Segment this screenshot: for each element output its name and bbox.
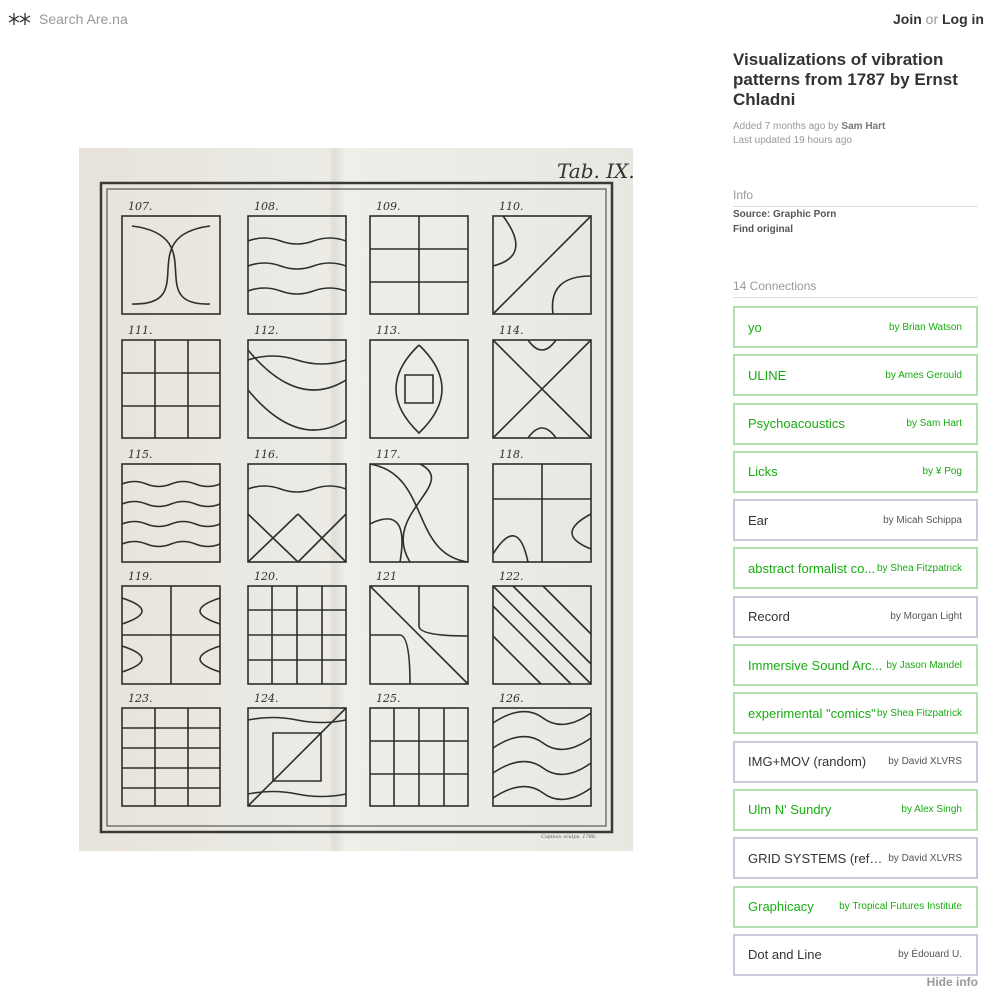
- top-bar: Join or Log in: [0, 0, 1000, 40]
- connection-title: Licks: [748, 464, 778, 480]
- block-sidebar: Visualizations of vibration patterns fro…: [733, 48, 978, 298]
- connection-title: yo: [748, 319, 762, 335]
- connection-owner: by ¥ Pog: [922, 466, 962, 478]
- connection-title: IMG+MOV (random): [748, 754, 867, 770]
- connection-title: ULINE: [748, 367, 787, 383]
- connection-owner: by David XLVRS: [888, 756, 962, 768]
- connection-title: experimental "comics": [748, 705, 876, 721]
- connection-item[interactable]: Record by Morgan Light: [733, 595, 978, 638]
- figure-number: 124.: [254, 692, 279, 705]
- chladni-plate-image: Tab. IX. Capieux sculps. 1786. 107. 108. 1…: [79, 148, 633, 851]
- last-updated: Last updated 19 hours ago: [733, 135, 852, 146]
- figure-number: 117.: [376, 448, 401, 461]
- connection-item[interactable]: ULINE by Ames Gerould: [733, 354, 978, 397]
- added-text: Added 7 months ago by: [733, 121, 839, 132]
- figure-number: 119.: [128, 570, 153, 583]
- connection-owner: by Brian Watson: [889, 321, 962, 333]
- connection-title: Immersive Sound Arc...: [748, 657, 883, 673]
- figure-number: 113.: [376, 324, 401, 337]
- connection-item[interactable]: Graphicacy by Tropical Futures Institute: [733, 885, 978, 928]
- connection-title: GRID SYSTEMS (refe...: [748, 850, 883, 866]
- connection-owner: by Sam Hart: [906, 418, 962, 430]
- figure-number: 109.: [376, 200, 401, 213]
- connection-item[interactable]: Ear by Micah Schippa: [733, 499, 978, 542]
- engraver-credit: Capieux sculps. 1786.: [541, 834, 597, 840]
- block-image[interactable]: Tab. IX. Capieux sculps. 1786. 107. 108. 1…: [79, 148, 633, 851]
- connection-title: Record: [748, 609, 790, 625]
- join-link[interactable]: Join: [893, 11, 922, 27]
- connection-item[interactable]: yo by Brian Watson: [733, 306, 978, 348]
- figure-number: 122.: [499, 570, 524, 583]
- connection-owner: by David XLVRS: [888, 852, 962, 864]
- figure-number: 115.: [128, 448, 153, 461]
- find-original-link[interactable]: Find original: [733, 222, 978, 237]
- connection-item[interactable]: Ulm N' Sundry by Alex Singh: [733, 788, 978, 831]
- added-meta: Added 7 months ago by Sam Hart: [733, 120, 978, 134]
- info-heading: Info: [733, 188, 978, 207]
- figure-number: 110.: [499, 200, 524, 213]
- plate-label: Tab. IX.: [557, 159, 633, 183]
- connection-title: Ulm N' Sundry: [748, 802, 832, 818]
- search-input[interactable]: [39, 11, 339, 27]
- connection-owner: by Tropical Futures Institute: [839, 901, 962, 913]
- connection-item[interactable]: Psychoacoustics by Sam Hart: [733, 402, 978, 445]
- connection-title: Dot and Line: [748, 947, 822, 963]
- connection-title: Psychoacoustics: [748, 416, 845, 432]
- connection-owner: by Jason Mandel: [886, 659, 962, 671]
- connection-item[interactable]: IMG+MOV (random) by David XLVRS: [733, 740, 978, 783]
- connection-item[interactable]: Immersive Sound Arc... by Jason Mandel: [733, 644, 978, 687]
- connection-item[interactable]: experimental "comics" by Shea Fitzpatrick: [733, 692, 978, 735]
- source-link[interactable]: Source: Graphic Porn: [733, 207, 978, 222]
- or-text: or: [925, 11, 939, 27]
- arena-logo-icon[interactable]: [8, 12, 32, 26]
- figure-number: 108.: [254, 200, 279, 213]
- figure-number: 107.: [128, 200, 153, 213]
- connection-item[interactable]: Dot and Line by Édouard U.: [733, 933, 978, 976]
- figure-number: 118.: [499, 448, 524, 461]
- connection-owner: by Shea Fitzpatrick: [876, 707, 962, 719]
- figure-number: 120.: [254, 570, 279, 583]
- connection-owner: by Ames Gerould: [885, 369, 962, 381]
- figure-number: 126.: [499, 692, 524, 705]
- connection-title: Ear: [748, 512, 769, 528]
- connections-heading: 14 Connections: [733, 279, 978, 298]
- auth-links: Join or Log in: [893, 11, 984, 27]
- connection-item[interactable]: abstract formalist co... by Shea Fitzpatr…: [733, 547, 978, 590]
- connection-owner: by Morgan Light: [890, 611, 962, 623]
- figure-number: 123.: [128, 692, 153, 705]
- figure-number: 125.: [376, 692, 401, 705]
- figure-number: 112.: [254, 324, 279, 337]
- figure-number: 114.: [499, 324, 524, 337]
- added-user-link[interactable]: Sam Hart: [841, 121, 885, 132]
- connection-item[interactable]: Licks by ¥ Pog: [733, 450, 978, 493]
- connection-title: abstract formalist co...: [748, 560, 876, 576]
- connection-owner: by Alex Singh: [901, 804, 962, 816]
- login-link[interactable]: Log in: [942, 11, 984, 27]
- figure-number: 111.: [128, 324, 153, 337]
- figure-number: 121: [376, 570, 397, 583]
- figure-number: 116.: [254, 448, 279, 461]
- block-title: Visualizations of vibration patterns fro…: [733, 50, 958, 109]
- connections-list: yo by Brian Watson ULINE by Ames Gerould P…: [733, 306, 978, 982]
- connection-item[interactable]: GRID SYSTEMS (refe... by David XLVRS: [733, 837, 978, 880]
- connection-owner: by Micah Schippa: [883, 514, 962, 526]
- connection-owner: by Édouard U.: [898, 949, 962, 961]
- connection-owner: by Shea Fitzpatrick: [876, 562, 962, 574]
- connection-title: Graphicacy: [748, 899, 814, 915]
- hide-info-button[interactable]: Hide info: [927, 975, 978, 989]
